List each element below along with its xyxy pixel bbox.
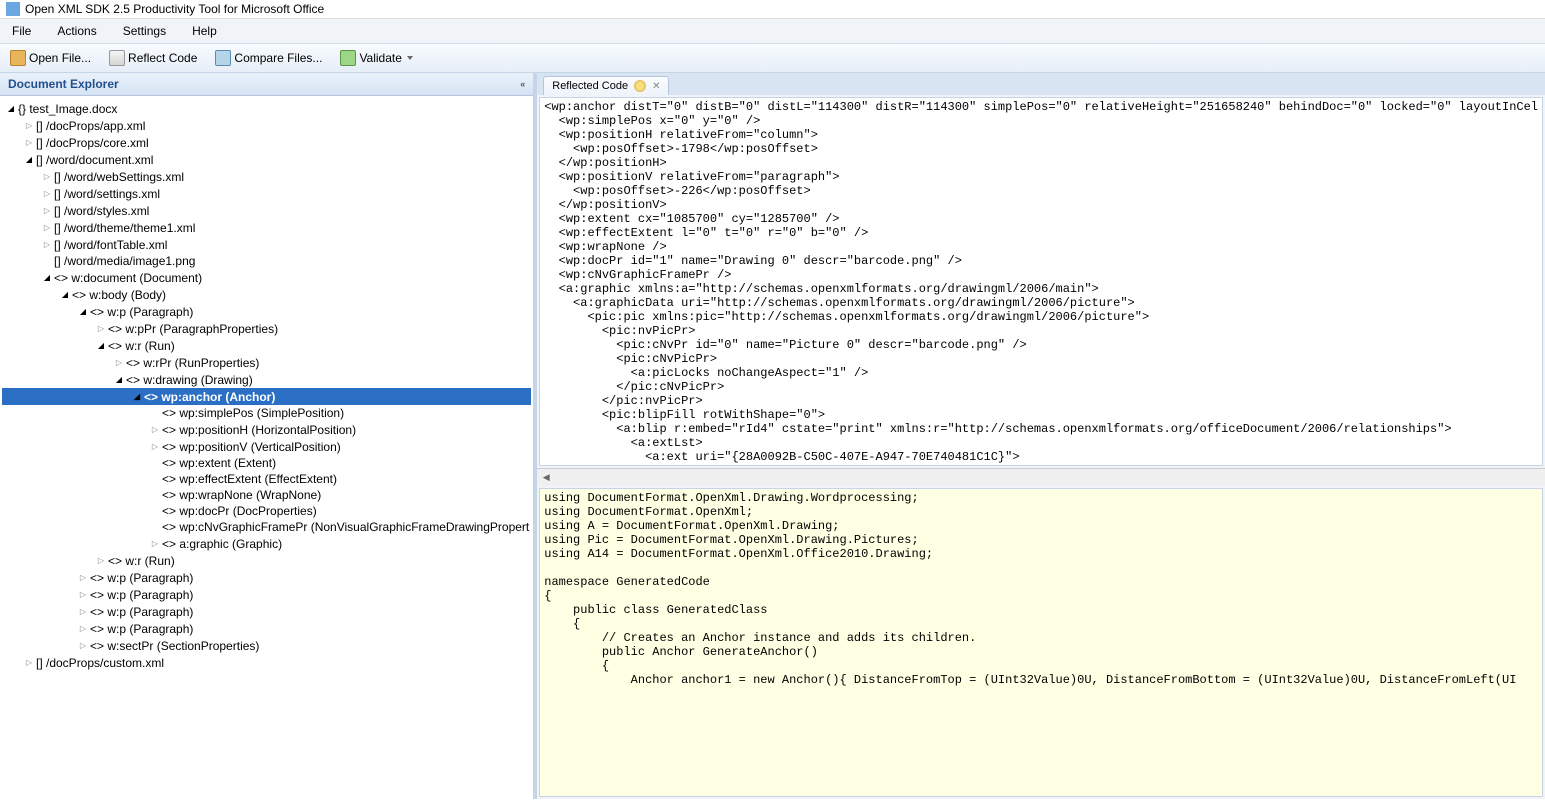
validate-button[interactable]: Validate xyxy=(336,48,416,68)
tree-node[interactable]: [] /word/fontTable.xml xyxy=(2,236,531,253)
scrollbar-horizontal[interactable]: ◀ xyxy=(537,468,1545,486)
scroll-left-icon[interactable]: ◀ xyxy=(539,472,553,483)
menu-actions[interactable]: Actions xyxy=(53,22,100,40)
tree-node[interactable]: [] /word/webSettings.xml xyxy=(2,168,531,185)
validate-icon xyxy=(340,50,356,66)
tree-node[interactable]: <> w:p (Paragraph) xyxy=(2,603,531,620)
tree-node[interactable]: <> wp:simplePos (SimplePosition) xyxy=(2,405,531,421)
tree-node[interactable]: [] /word/media/image1.png xyxy=(2,253,531,269)
app-icon xyxy=(6,2,20,16)
tree-node[interactable]: <> w:rPr (RunProperties) xyxy=(2,354,531,371)
tree-node[interactable]: <> w:sectPr (SectionProperties) xyxy=(2,637,531,654)
compare-files-button[interactable]: Compare Files... xyxy=(211,48,326,68)
explorer-title: Document Explorer xyxy=(8,77,119,91)
csharp-code-pane[interactable]: using DocumentFormat.OpenXml.Drawing.Wor… xyxy=(539,488,1543,797)
tree-node[interactable]: [] /docProps/app.xml xyxy=(2,117,531,134)
tree-node[interactable]: <> wp:cNvGraphicFramePr (NonVisualGraphi… xyxy=(2,519,531,535)
document-tree[interactable]: {} test_Image.docx [] /docProps/app.xml … xyxy=(0,96,533,799)
tree-node[interactable]: <> wp:wrapNone (WrapNone) xyxy=(2,487,531,503)
collapse-icon[interactable]: « xyxy=(520,79,525,89)
menu-file[interactable]: File xyxy=(8,22,35,40)
tree-node[interactable]: [] /word/styles.xml xyxy=(2,202,531,219)
code-area: <wp:anchor distT="0" distB="0" distL="11… xyxy=(537,95,1545,799)
window-title: Open XML SDK 2.5 Productivity Tool for M… xyxy=(25,2,324,16)
tree-node[interactable]: [] /word/settings.xml xyxy=(2,185,531,202)
tab-reflected-code[interactable]: Reflected Code ✕ xyxy=(543,76,669,95)
tree-root[interactable]: {} test_Image.docx xyxy=(2,100,531,117)
tree-node[interactable]: <> wp:extent (Extent) xyxy=(2,455,531,471)
open-file-label: Open File... xyxy=(29,51,91,65)
tree-node[interactable]: <> a:graphic (Graphic) xyxy=(2,535,531,552)
chevron-down-icon xyxy=(407,56,413,60)
compare-label: Compare Files... xyxy=(234,51,322,65)
tree-node[interactable]: <> w:r (Run) xyxy=(2,337,531,354)
tree-node[interactable]: <> w:drawing (Drawing) xyxy=(2,371,531,388)
right-pane: Reflected Code ✕ <wp:anchor distT="0" di… xyxy=(537,73,1545,799)
tree-node[interactable]: <> w:document (Document) xyxy=(2,269,531,286)
tree-node[interactable]: <> wp:positionV (VerticalPosition) xyxy=(2,438,531,455)
tree-node[interactable]: <> w:p (Paragraph) xyxy=(2,303,531,320)
close-icon[interactable]: ✕ xyxy=(652,81,660,92)
gear-icon xyxy=(634,80,646,92)
titlebar: Open XML SDK 2.5 Productivity Tool for M… xyxy=(0,0,1545,19)
tree-node-anchor-selected[interactable]: <> wp:anchor (Anchor) xyxy=(2,388,531,405)
tree-node[interactable]: [] /docProps/core.xml xyxy=(2,134,531,151)
tree-node[interactable]: <> w:p (Paragraph) xyxy=(2,586,531,603)
menubar: File Actions Settings Help xyxy=(0,19,1545,43)
tab-label: Reflected Code xyxy=(552,80,628,92)
tree-node[interactable]: <> wp:positionH (HorizontalPosition) xyxy=(2,421,531,438)
tree-node[interactable]: [] /word/document.xml xyxy=(2,151,531,168)
tree-node[interactable]: <> wp:effectExtent (EffectExtent) xyxy=(2,471,531,487)
menu-settings[interactable]: Settings xyxy=(119,22,170,40)
tree-node[interactable]: [] /docProps/custom.xml xyxy=(2,654,531,671)
tree-node[interactable]: <> wp:docPr (DocProperties) xyxy=(2,503,531,519)
compare-icon xyxy=(215,50,231,66)
reflect-code-button[interactable]: Reflect Code xyxy=(105,48,201,68)
tree-node[interactable]: <> w:pPr (ParagraphProperties) xyxy=(2,320,531,337)
document-explorer-pane: Document Explorer « {} test_Image.docx [… xyxy=(0,73,537,799)
tree-node[interactable]: <> w:p (Paragraph) xyxy=(2,620,531,637)
reflect-label: Reflect Code xyxy=(128,51,197,65)
folder-icon xyxy=(10,50,26,66)
validate-label: Validate xyxy=(359,51,401,65)
tree-node[interactable]: <> w:body (Body) xyxy=(2,286,531,303)
tab-strip: Reflected Code ✕ xyxy=(537,73,1545,95)
explorer-header: Document Explorer « xyxy=(0,73,533,96)
main-area: Document Explorer « {} test_Image.docx [… xyxy=(0,73,1545,799)
tree-node[interactable]: <> w:r (Run) xyxy=(2,552,531,569)
reflect-icon xyxy=(109,50,125,66)
tree-node[interactable]: [] /word/theme/theme1.xml xyxy=(2,219,531,236)
menu-help[interactable]: Help xyxy=(188,22,221,40)
open-file-button[interactable]: Open File... xyxy=(6,48,95,68)
xml-code-pane[interactable]: <wp:anchor distT="0" distB="0" distL="11… xyxy=(539,97,1543,466)
toolbar: Open File... Reflect Code Compare Files.… xyxy=(0,43,1545,73)
tree-node[interactable]: <> w:p (Paragraph) xyxy=(2,569,531,586)
